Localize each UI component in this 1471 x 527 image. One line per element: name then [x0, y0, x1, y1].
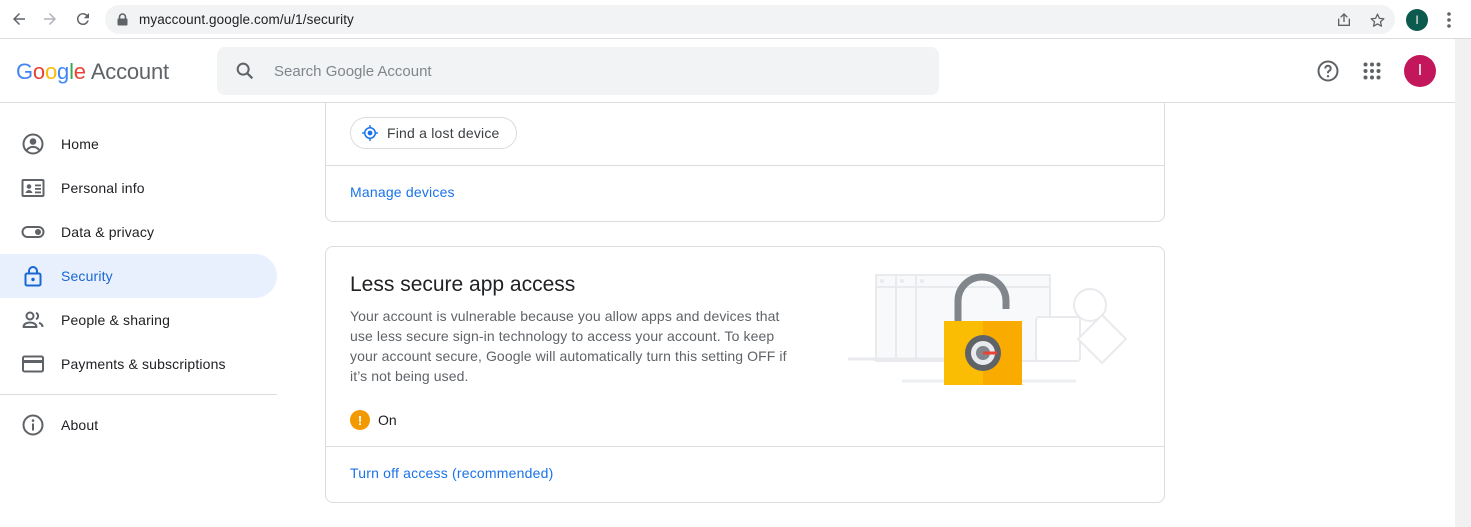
forward-button[interactable] — [39, 8, 61, 30]
find-device-label: Find a lost device — [387, 125, 500, 141]
back-button[interactable] — [8, 8, 30, 30]
app-header: GoogleAccount I — [0, 39, 1455, 103]
credit-card-icon — [21, 352, 45, 376]
sidebar-item-label: About — [61, 417, 99, 433]
help-icon — [1317, 60, 1339, 82]
sidebar-divider — [0, 394, 277, 395]
logo-letter: o — [44, 59, 58, 84]
sidebar-item-label: Data & privacy — [61, 224, 155, 240]
address-bar[interactable]: myaccount.google.com/u/1/security — [105, 5, 1395, 34]
sidebar-item-home[interactable]: Home — [0, 122, 277, 166]
find-lost-device-button[interactable]: Find a lost device — [350, 117, 517, 149]
reload-icon — [76, 13, 89, 26]
toggle-icon — [21, 220, 45, 244]
sidebar-item-about[interactable]: About — [0, 403, 277, 447]
logo-suffix: Account — [90, 59, 169, 84]
sidebar-item-personal-info[interactable]: Personal info — [0, 166, 277, 210]
logo-letter: g — [57, 59, 70, 84]
sidebar-nav: Home Personal info Data & privacy Securi… — [0, 122, 277, 447]
sidebar-item-people-sharing[interactable]: People & sharing — [0, 298, 277, 342]
warning-icon: ! — [350, 410, 370, 430]
sidebar-item-label: Personal info — [61, 180, 145, 196]
search-icon — [236, 62, 254, 80]
manage-devices-link[interactable]: Manage devices — [350, 184, 455, 200]
browser-menu-button[interactable] — [1440, 10, 1458, 30]
page-scrollbar[interactable] — [1455, 39, 1471, 527]
sidebar-item-label: Payments & subscriptions — [61, 356, 226, 372]
url-text: myaccount.google.com/u/1/security — [139, 12, 354, 27]
arrow-left-icon — [13, 13, 25, 25]
card-divider — [326, 446, 1164, 447]
logo-letter: G — [16, 59, 33, 84]
lock-icon — [21, 264, 45, 288]
lock-icon — [117, 13, 128, 26]
logo-letter: e — [73, 59, 86, 84]
card-description: Your account is vulnerable because you a… — [350, 308, 787, 384]
sidebar-item-label: Home — [61, 136, 99, 152]
card-title: Less secure app access — [350, 273, 576, 296]
card-divider — [326, 165, 1164, 166]
bookmark-button[interactable] — [1368, 11, 1386, 29]
less-secure-app-access-card: Less secure app access Your account is v… — [325, 246, 1165, 503]
help-button[interactable] — [1316, 59, 1340, 83]
browser-profile-avatar[interactable]: I — [1406, 9, 1428, 31]
search-box[interactable] — [217, 47, 939, 95]
sidebar-item-data-privacy[interactable]: Data & privacy — [0, 210, 277, 254]
share-icon — [1338, 13, 1350, 26]
sidebar-item-label: People & sharing — [61, 312, 171, 328]
unlocked-padlock-illustration — [848, 273, 1128, 385]
id-card-icon — [21, 176, 45, 200]
reload-button[interactable] — [72, 8, 94, 30]
more-vert-icon — [1447, 12, 1451, 28]
share-button[interactable] — [1335, 11, 1353, 29]
devices-card: Find a lost device Manage devices — [325, 103, 1165, 222]
apps-button[interactable] — [1360, 59, 1384, 83]
access-status: ! On — [350, 410, 397, 430]
status-text: On — [378, 412, 397, 428]
account-circle-icon — [21, 132, 45, 156]
browser-toolbar: myaccount.google.com/u/1/security I — [0, 0, 1471, 39]
arrow-right-icon — [44, 13, 56, 25]
sidebar-item-payments[interactable]: Payments & subscriptions — [0, 342, 277, 386]
locate-icon — [362, 125, 378, 141]
google-account-logo[interactable]: Google Account — [16, 59, 169, 85]
star-icon — [1369, 12, 1385, 27]
info-icon — [21, 413, 45, 437]
search-input[interactable] — [274, 59, 914, 83]
turn-off-access-link[interactable]: Turn off access (recommended) — [350, 465, 553, 481]
people-icon — [21, 308, 45, 332]
apps-grid-icon — [1363, 62, 1381, 80]
sidebar-item-security[interactable]: Security — [0, 254, 277, 298]
sidebar-item-label: Security — [61, 268, 113, 284]
logo-letter: o — [32, 59, 45, 84]
account-avatar[interactable]: I — [1404, 55, 1436, 87]
